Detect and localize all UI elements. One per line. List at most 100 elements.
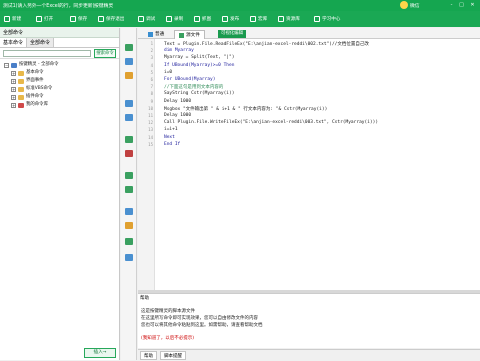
redo-icon[interactable]: [125, 114, 133, 121]
new-button[interactable]: 新建: [4, 14, 21, 24]
search-command-button[interactable]: 搜索命令: [94, 49, 116, 58]
library-button[interactable]: 宏库: [250, 14, 267, 24]
app-brand: 按键精灵: [94, 4, 114, 9]
tab-normal-label: 普通: [155, 32, 165, 37]
code-editor[interactable]: 1 Text = Plugin.File.ReadFileEx("E:\anjia…: [138, 39, 480, 290]
command-tree: − 按键精灵 - 全部命令 + 基本命令 + 界面事件 + 标准VBS命令 + 插件命令 …: [4, 61, 116, 109]
code-line[interactable]: Delay 1000: [164, 113, 191, 118]
tree-item-basic[interactable]: + 基本命令: [4, 69, 116, 77]
help-panel: 帮助 这是按键精灵的脚本源文件 在这里所写命令即可实现效果，您可以自由修改文件的…: [138, 293, 480, 348]
copy-icon[interactable]: [125, 58, 133, 65]
insert-button[interactable]: 插入→: [84, 348, 116, 358]
maximize-button[interactable]: □: [458, 2, 465, 9]
main-toolbar: 新建 打开 保存 保存退出 调试 录制 抓图 发布 宏库 资源库 学习中心: [0, 11, 480, 27]
indent-icon[interactable]: [125, 172, 133, 179]
code-line[interactable]: SayString Cstr(Myarray(i)): [164, 91, 234, 96]
expand-icon[interactable]: +: [11, 78, 16, 84]
line-number: 4: [150, 62, 153, 68]
code-line[interactable]: dim Myarray: [164, 48, 194, 53]
replace-icon[interactable]: [125, 222, 133, 229]
record-button[interactable]: 录制: [166, 14, 183, 24]
minimize-button[interactable]: -: [448, 2, 455, 9]
publish-label: 发布: [230, 17, 240, 22]
tab-normal[interactable]: 普通: [144, 30, 168, 39]
line-number: 9: [150, 98, 153, 104]
line-number: 6: [150, 77, 153, 82]
expand-icon[interactable]: +: [11, 86, 16, 92]
resource-label: 资源库: [286, 17, 300, 22]
help-line: 在这里所写命令即可实现效果，您可以自由修改文件的内容: [141, 316, 258, 321]
line-number: 11: [148, 113, 153, 118]
new-icon: [4, 16, 10, 22]
code-line[interactable]: Text = Plugin.File.ReadFileEx("E:\anjian…: [164, 41, 369, 47]
tab-source[interactable]: 源文件: [174, 30, 205, 39]
line-number: 14: [148, 134, 153, 140]
code-line[interactable]: Call Plugin.File.WriteFileEx("E:\anjian-…: [164, 120, 378, 125]
tree-item-label: 插件命令: [26, 94, 44, 99]
expand-icon[interactable]: +: [11, 102, 16, 108]
save-exit-button[interactable]: 保存退出: [98, 14, 124, 24]
publish-button[interactable]: 发布: [222, 14, 239, 24]
command-pane-header: 全部命令: [0, 28, 119, 38]
library-icon: [18, 102, 24, 108]
code-line[interactable]: If UBound(Myarray)>=0 Then: [164, 63, 234, 68]
collapse-icon[interactable]: −: [4, 62, 9, 68]
code-line[interactable]: i=0: [164, 70, 172, 75]
expand-icon[interactable]: +: [11, 94, 16, 100]
comment-icon[interactable]: [125, 136, 133, 143]
code-line[interactable]: Msgbox "文件输出第 " & i+1 & " 行文本内容为: "& Cst…: [164, 106, 327, 112]
command-search-input[interactable]: [3, 50, 91, 57]
save-button[interactable]: 保存: [70, 14, 87, 24]
bookmark-icon[interactable]: [125, 150, 133, 157]
code-line[interactable]: Delay 1000: [164, 99, 191, 104]
tab-script-reminder[interactable]: 脚本提醒: [160, 351, 186, 360]
search-icon[interactable]: [125, 208, 133, 215]
help-line: 您也可以将其他命令粘贴到这里。如需帮助，请查看帮助文档: [141, 323, 263, 328]
tree-item-plugins[interactable]: + 插件命令: [4, 93, 116, 101]
line-number: 2: [150, 48, 153, 54]
cut-icon[interactable]: [125, 44, 133, 51]
code-line[interactable]: //下面这句是用到文本内容的: [164, 84, 223, 90]
outdent-icon[interactable]: [125, 186, 133, 193]
debug-button[interactable]: 调试: [138, 14, 155, 24]
title-bar: 测试1(请入另外一个Excel的行，同步更新) 按键精灵 微信 - □ ✕: [0, 0, 480, 11]
open-button[interactable]: 打开: [36, 14, 53, 24]
code-line[interactable]: i=i+1: [164, 127, 178, 132]
capture-button[interactable]: 抓图: [194, 14, 211, 24]
dismiss-tip-link[interactable]: (我知道了，以后不必提示): [141, 335, 194, 341]
save-label: 保存: [78, 17, 88, 22]
tab-help[interactable]: 帮助: [140, 351, 157, 360]
tree-item-my-library[interactable]: + 我的命令库: [4, 101, 116, 109]
folder-icon: [18, 86, 24, 92]
undo-icon[interactable]: [125, 100, 133, 107]
paste-icon[interactable]: [125, 72, 133, 79]
folder-icon: [18, 78, 24, 84]
window-icon[interactable]: [125, 254, 133, 261]
code-line[interactable]: End If: [164, 142, 180, 147]
line-number: 7: [150, 84, 153, 90]
line-number: 1: [150, 41, 153, 46]
record-label: 录制: [174, 17, 184, 22]
code-line[interactable]: Myarray = Split(Text, "|"): [164, 55, 234, 60]
code-line[interactable]: Next: [164, 135, 175, 140]
tab-basic-commands[interactable]: 基本命令: [0, 38, 28, 47]
tree-item-vbs[interactable]: + 标准VBS命令: [4, 85, 116, 93]
user-avatar-icon[interactable]: [400, 1, 408, 9]
close-button[interactable]: ✕: [469, 2, 476, 9]
command-tabs: 基本命令 全部命令: [0, 38, 119, 48]
learn-button[interactable]: 学习中心: [314, 14, 340, 24]
debug-label: 调试: [146, 17, 156, 22]
tab-all-commands[interactable]: 全部命令: [27, 38, 55, 47]
command-search-row: 搜索命令: [0, 48, 119, 59]
code-line[interactable]: For UBound(Myarray): [164, 77, 215, 82]
vip-label[interactable]: 微信: [410, 2, 420, 9]
visual-edit-tag[interactable]: 可视化编辑: [218, 30, 246, 38]
picture-icon[interactable]: [125, 238, 133, 245]
app-icon: [11, 62, 17, 68]
open-icon: [36, 16, 42, 22]
resource-button[interactable]: 资源库: [278, 14, 300, 24]
tree-item-ui-events[interactable]: + 界面事件: [4, 77, 116, 85]
tree-item-label: 标准VBS命令: [26, 86, 53, 91]
expand-icon[interactable]: +: [11, 70, 16, 76]
tree-item-root[interactable]: − 按键精灵 - 全部命令: [4, 61, 116, 69]
